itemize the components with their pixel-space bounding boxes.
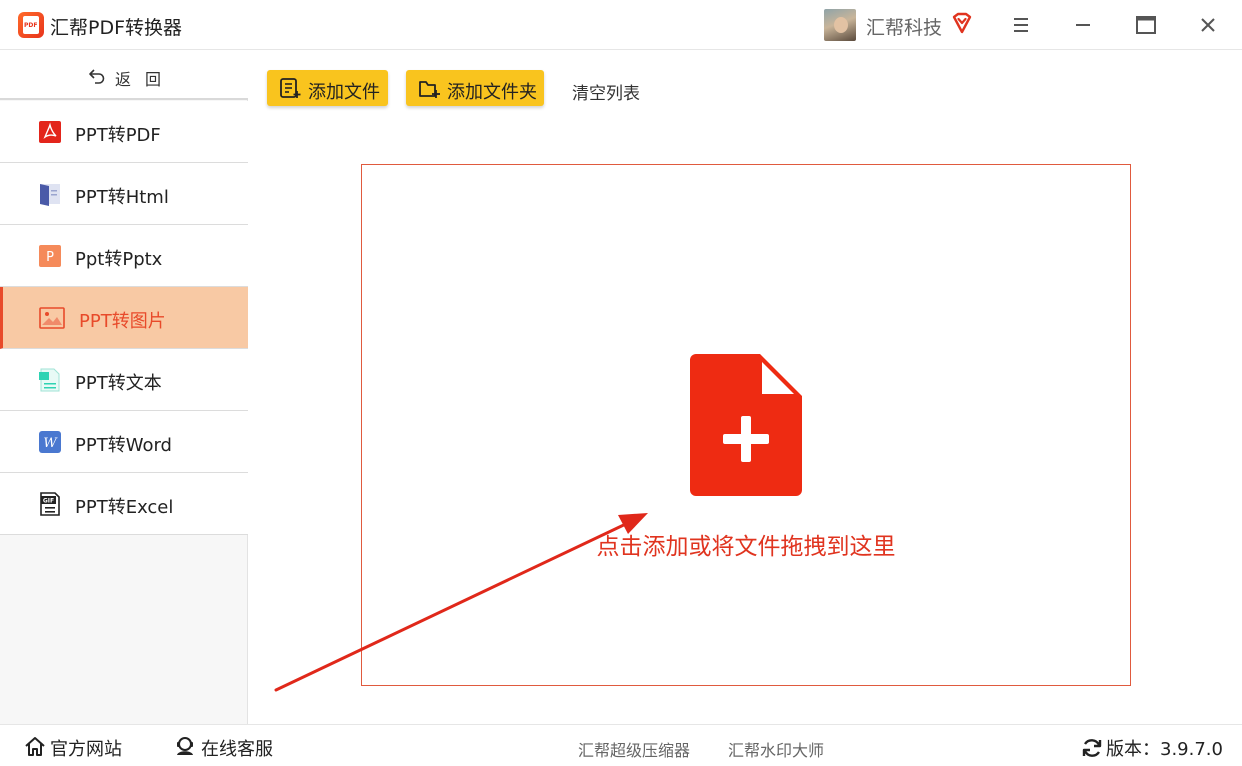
back-arrow-icon (89, 69, 105, 84)
avatar[interactable] (824, 9, 856, 41)
add-file-large-icon[interactable] (690, 354, 802, 496)
svg-text:P: P (46, 250, 54, 265)
sidebar-item-label: PPT转Word (75, 435, 172, 456)
clear-list-button[interactable]: 清空列表 (572, 79, 640, 104)
word-icon: W (39, 431, 61, 453)
customer-service-icon (177, 737, 193, 755)
sidebar-item-ppt-to-html[interactable]: PPT转Html (0, 163, 248, 225)
svg-text:W: W (43, 436, 58, 451)
sidebar-item-ppt-to-text[interactable]: PPT转文本 (0, 349, 248, 411)
title-bar: PDF 汇帮PDF转换器 汇帮科技 (0, 0, 1242, 50)
vip-diamond-icon[interactable] (950, 11, 974, 35)
add-file-label: 添加文件 (308, 82, 380, 103)
official-website-link[interactable]: 官方网站 (50, 735, 122, 761)
sidebar-item-ppt-to-image[interactable]: PPT转图片 (0, 287, 248, 349)
watermark-app-link[interactable]: 汇帮水印大师 (728, 737, 824, 761)
svg-text:GIF: GIF (43, 498, 54, 505)
sidebar-item-label: PPT转Excel (75, 497, 174, 518)
menu-icon[interactable] (1006, 10, 1036, 40)
gif-icon: GIF (40, 492, 60, 516)
version-label: 版本：3.9.7.0 (1106, 739, 1223, 760)
back-button[interactable]: 返回 (0, 51, 248, 100)
text-doc-icon (39, 368, 60, 392)
minimize-icon[interactable] (1068, 10, 1098, 40)
pdf-icon (39, 121, 61, 143)
sidebar-item-label: PPT转Html (75, 187, 169, 208)
add-file-icon (280, 78, 301, 98)
app-logo-icon: PDF (18, 12, 44, 38)
footer: 官方网站 在线客服 汇帮超级压缩器 汇帮水印大师 版本：3.9.7.0 (0, 724, 1242, 766)
drop-hint-text[interactable]: 点击添加或将文件拖拽到这里 (362, 527, 1130, 561)
add-file-button[interactable]: 添加文件 (267, 70, 388, 106)
close-icon[interactable] (1193, 10, 1223, 40)
add-folder-button[interactable]: 添加文件夹 (406, 70, 544, 106)
add-folder-label: 添加文件夹 (447, 82, 537, 103)
sidebar-item-ppt-to-pptx[interactable]: P Ppt转Pptx (0, 225, 248, 287)
html-icon (40, 184, 60, 206)
sidebar-item-ppt-to-pdf[interactable]: PPT转PDF (0, 101, 248, 163)
sidebar-item-label: PPT转PDF (75, 125, 161, 146)
sidebar-item-label: PPT转文本 (75, 373, 162, 394)
back-label: 返回 (115, 70, 176, 89)
app-title: 汇帮PDF转换器 (50, 17, 183, 39)
online-support-link[interactable]: 在线客服 (201, 735, 273, 761)
add-folder-icon (419, 81, 440, 98)
sidebar-item-label: PPT转图片 (79, 311, 166, 332)
pptx-icon: P (39, 245, 61, 267)
user-name[interactable]: 汇帮科技 (866, 13, 942, 40)
sidebar: 返回 PPT转PDF PPT转Html P Ppt转Pptx PPT转图片 PP… (0, 51, 248, 724)
sidebar-item-ppt-to-excel[interactable]: GIF PPT转Excel (0, 473, 248, 535)
refresh-icon[interactable] (1081, 737, 1103, 759)
compressor-app-link[interactable]: 汇帮超级压缩器 (578, 737, 690, 761)
sidebar-item-label: Ppt转Pptx (75, 249, 163, 270)
image-icon (39, 307, 65, 329)
sidebar-item-ppt-to-word[interactable]: W PPT转Word (0, 411, 248, 473)
maximize-icon[interactable] (1131, 10, 1161, 40)
file-drop-zone[interactable]: 点击添加或将文件拖拽到这里 (361, 164, 1131, 686)
home-icon (25, 737, 45, 756)
